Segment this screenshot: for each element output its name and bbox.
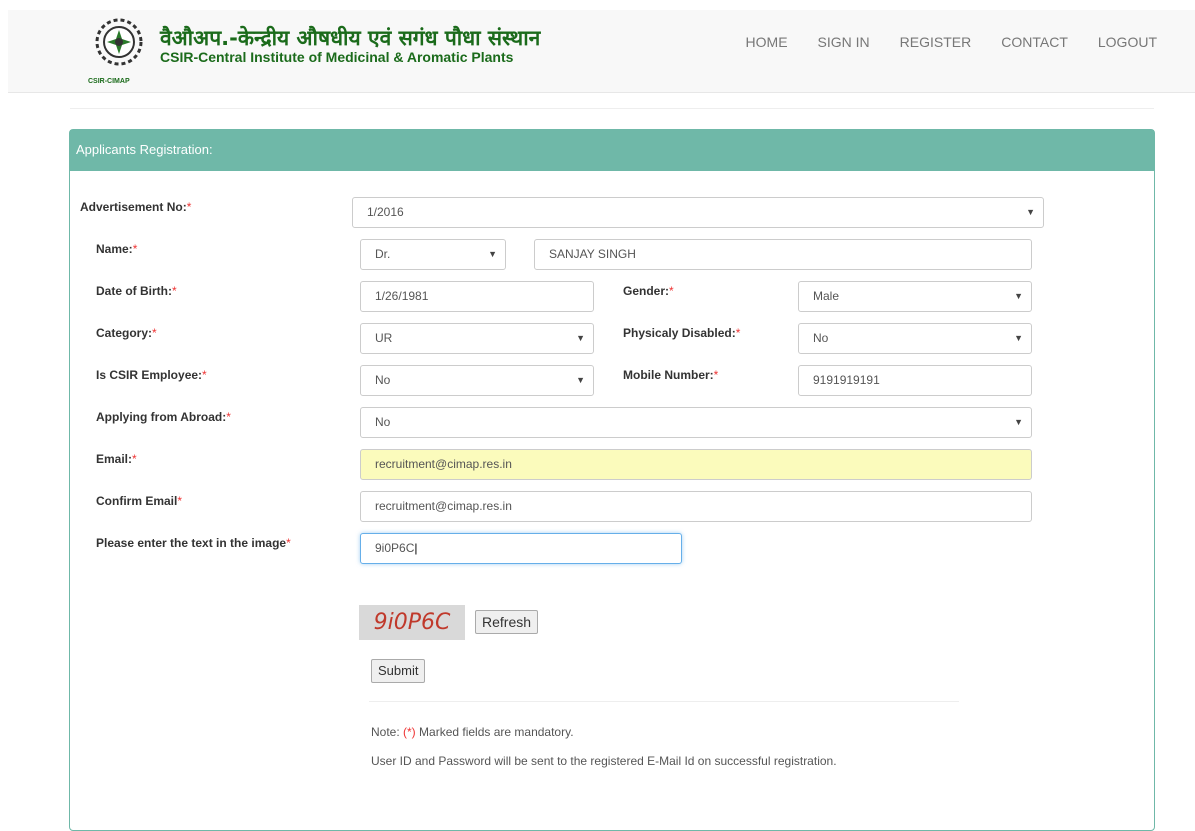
gender-label: Gender:*: [623, 284, 674, 298]
required-mark: *: [669, 284, 674, 298]
divider: [70, 108, 1154, 109]
mobile-label-text: Mobile Number:: [623, 368, 714, 382]
confirm-email-input[interactable]: recruitment@cimap.res.in: [360, 491, 1032, 522]
institute-title-english: CSIR-Central Institute of Medicinal & Ar…: [160, 49, 514, 65]
csir-employee-label-text: Is CSIR Employee:: [96, 368, 203, 382]
advertisement-value: 1/2016: [367, 205, 404, 219]
name-label-text: Name:: [96, 242, 133, 256]
name-value: SANJAY SINGH: [549, 247, 636, 261]
mandatory-note: Note: (*) Marked fields are mandatory.: [371, 725, 574, 739]
disabled-select[interactable]: No ▼: [798, 323, 1032, 354]
advertisement-label: Advertisement No:*: [80, 200, 191, 214]
note-mark: (*): [403, 725, 416, 739]
required-mark: *: [132, 452, 137, 466]
captcha-image: 9i0P6C: [359, 605, 465, 640]
nav-sign-in[interactable]: SIGN IN: [818, 34, 870, 50]
top-nav: HOME SIGN IN REGISTER CONTACT LOGOUT: [716, 34, 1157, 50]
dob-input[interactable]: 1/26/1981: [360, 281, 594, 312]
text-cursor: |: [414, 541, 418, 555]
note-prefix: Note:: [371, 725, 404, 739]
captcha-input[interactable]: 9i0P6C|: [360, 533, 682, 564]
dropdown-caret-icon: ▼: [1014, 417, 1023, 427]
gender-value: Male: [813, 289, 840, 303]
abroad-value: No: [375, 415, 391, 429]
mobile-value: 9191919191: [813, 373, 880, 387]
salutation-value: Dr.: [375, 247, 391, 261]
required-mark: *: [713, 368, 719, 382]
email-input[interactable]: recruitment@cimap.res.in: [360, 449, 1032, 480]
dropdown-caret-icon: ▼: [576, 375, 585, 385]
dob-label-text: Date of Birth:: [96, 284, 172, 298]
abroad-label: Applying from Abroad:*: [96, 410, 231, 424]
registration-info-note: User ID and Password will be sent to the…: [371, 754, 837, 768]
submit-button[interactable]: Submit: [371, 659, 426, 683]
csir-employee-value: No: [375, 373, 391, 387]
gender-select[interactable]: Male ▼: [798, 281, 1032, 312]
required-mark: *: [286, 536, 291, 550]
required-mark: *: [735, 326, 741, 340]
required-mark: *: [172, 284, 177, 298]
dropdown-caret-icon: ▼: [1026, 207, 1035, 217]
csir-employee-select[interactable]: No ▼: [360, 365, 594, 396]
panel-title: Applicants Registration:: [70, 130, 1154, 171]
refresh-button[interactable]: Refresh: [475, 610, 539, 634]
abroad-select[interactable]: No ▼: [360, 407, 1032, 438]
dob-label: Date of Birth:*: [96, 284, 177, 298]
advertisement-select[interactable]: 1/2016 ▼: [352, 197, 1044, 228]
confirm-email-label: Confirm Email*: [96, 494, 182, 508]
email-value: recruitment@cimap.res.in: [375, 457, 512, 471]
disabled-label: Physicaly Disabled:*: [623, 326, 740, 340]
captcha-label: Please enter the text in the image*: [96, 536, 291, 550]
divider: [369, 701, 959, 702]
confirm-email-value: recruitment@cimap.res.in: [375, 499, 512, 513]
required-mark: *: [177, 494, 183, 508]
nav-contact[interactable]: CONTACT: [1001, 34, 1068, 50]
csir-cimap-logo: CSIR-CIMAP: [88, 14, 150, 94]
salutation-select[interactable]: Dr. ▼: [360, 239, 506, 270]
site-header: CSIR-CIMAP वैऔअप.-केन्द्रीय औषधीय एवं सग…: [8, 10, 1195, 93]
captcha-label-text: Please enter the text in the image: [96, 536, 287, 550]
category-label-text: Category:: [96, 326, 153, 340]
category-select[interactable]: UR ▼: [360, 323, 594, 354]
dob-value: 1/26/1981: [375, 289, 429, 303]
note-text: Marked fields are mandatory.: [415, 725, 574, 739]
required-mark: *: [152, 326, 157, 340]
gender-label-text: Gender:: [623, 284, 670, 298]
dropdown-caret-icon: ▼: [576, 333, 585, 343]
csir-employee-label: Is CSIR Employee:*: [96, 368, 207, 382]
required-mark: *: [186, 200, 192, 214]
abroad-label-text: Applying from Abroad:: [96, 410, 227, 424]
nav-home[interactable]: HOME: [746, 34, 788, 50]
category-value: UR: [375, 331, 393, 345]
advertisement-label-text: Advertisement No:: [80, 200, 187, 214]
name-label: Name:*: [96, 242, 137, 256]
institute-title-hindi: वैऔअप.-केन्द्रीय औषधीय एवं सगंध पौधा संस…: [160, 26, 541, 50]
dropdown-caret-icon: ▼: [488, 249, 497, 259]
confirm-email-label-text: Confirm Email: [96, 494, 178, 508]
name-input[interactable]: SANJAY SINGH: [534, 239, 1032, 270]
nav-register[interactable]: REGISTER: [900, 34, 972, 50]
required-mark: *: [202, 368, 207, 382]
disabled-value: No: [813, 331, 829, 345]
email-label-text: Email:: [96, 452, 133, 466]
disabled-label-text: Physicaly Disabled:: [623, 326, 736, 340]
nav-logout[interactable]: LOGOUT: [1098, 34, 1157, 50]
mobile-label: Mobile Number:*: [623, 368, 718, 382]
email-label: Email:*: [96, 452, 137, 466]
required-mark: *: [132, 242, 138, 256]
captcha-input-value: 9i0P6C: [375, 541, 415, 555]
dropdown-caret-icon: ▼: [1014, 291, 1023, 301]
registration-panel: Applicants Registration:: [69, 129, 1155, 831]
category-label: Category:*: [96, 326, 157, 340]
required-mark: *: [226, 410, 231, 424]
mobile-input[interactable]: 9191919191: [798, 365, 1032, 396]
dropdown-caret-icon: ▼: [1014, 333, 1023, 343]
logo-caption: CSIR-CIMAP: [88, 78, 130, 85]
